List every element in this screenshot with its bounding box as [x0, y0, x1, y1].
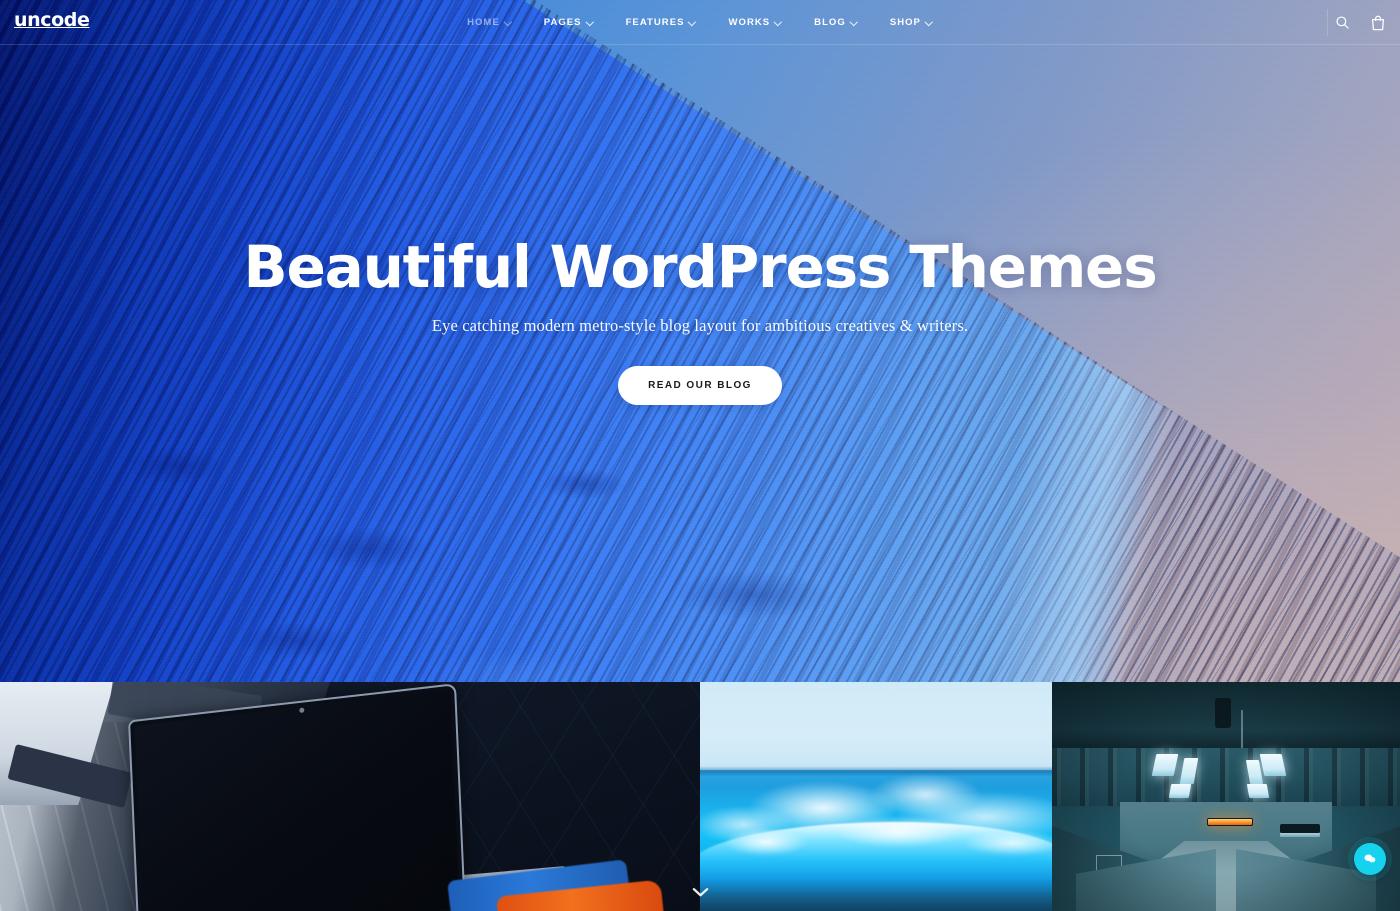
chat-support-button[interactable]: [1354, 843, 1386, 875]
tile2-foam: [700, 812, 1052, 862]
chevron-down-icon: [692, 887, 708, 896]
shopping-bag-icon: [1371, 15, 1385, 30]
tile1-laptop-lid: [128, 683, 466, 911]
search-button[interactable]: [1332, 13, 1352, 33]
image-tile-grid: Open laptop with dark screen on a navy t…: [0, 682, 1400, 911]
header-divider: [1327, 9, 1328, 36]
site-header: uncode HOME PAGES FEATURES WORKS BLOG SH…: [0, 0, 1400, 45]
chevron-down-icon: [851, 18, 858, 25]
tile-laptop-on-sofa[interactable]: Open laptop with dark screen on a navy t…: [0, 682, 700, 911]
nav-item-works[interactable]: WORKS: [728, 17, 782, 28]
search-icon: [1335, 16, 1349, 29]
hero-subtitle: Eye catching modern metro-style blog lay…: [431, 316, 969, 336]
nav-item-home-label: HOME: [467, 17, 500, 28]
scroll-down-button[interactable]: [685, 882, 715, 902]
read-our-blog-button[interactable]: READ OUR BLOG: [618, 366, 782, 406]
tile1-laptop-camera: [298, 707, 304, 714]
nav-item-features-label: FEATURES: [625, 17, 685, 28]
tile2-shoreline: [700, 879, 1052, 911]
cart-button[interactable]: [1368, 13, 1388, 33]
nav-item-pages[interactable]: PAGES: [544, 17, 594, 28]
chevron-down-icon: [505, 18, 512, 25]
page-title: Beautiful WordPress Themes: [243, 232, 1157, 301]
nav-item-works-label: WORKS: [728, 17, 771, 28]
tile-brutalist-concrete-hall[interactable]: Teal-lit brutalist concrete interior wit…: [1052, 682, 1400, 911]
main-navigation: HOME PAGES FEATURES WORKS BLOG SHOP: [0, 0, 1400, 45]
nav-item-features[interactable]: FEATURES: [626, 17, 697, 28]
nav-item-blog-label: BLOG: [814, 17, 846, 28]
nav-item-pages-label: PAGES: [543, 17, 582, 28]
tile1-laptop-screen: [134, 689, 460, 911]
hero-content: Beautiful WordPress Themes Eye catching …: [0, 0, 1400, 682]
nav-item-home[interactable]: HOME: [467, 17, 512, 28]
header-tools: [1332, 0, 1388, 45]
chevron-down-icon: [775, 18, 782, 25]
nav-item-blog[interactable]: BLOG: [814, 17, 858, 28]
nav-item-shop[interactable]: SHOP: [890, 17, 933, 28]
page-root: uncode HOME PAGES FEATURES WORKS BLOG SH…: [0, 0, 1400, 911]
chat-bubble-icon: [1364, 854, 1376, 863]
chevron-down-icon: [689, 18, 696, 25]
tile-crashing-ocean-wave[interactable]: Bright cyan wave crashing toward a sandy…: [700, 682, 1052, 911]
nav-item-shop-label: SHOP: [889, 17, 921, 28]
chevron-down-icon: [926, 18, 933, 25]
tile3-vignette: [1052, 682, 1400, 911]
chevron-down-icon: [587, 18, 594, 25]
